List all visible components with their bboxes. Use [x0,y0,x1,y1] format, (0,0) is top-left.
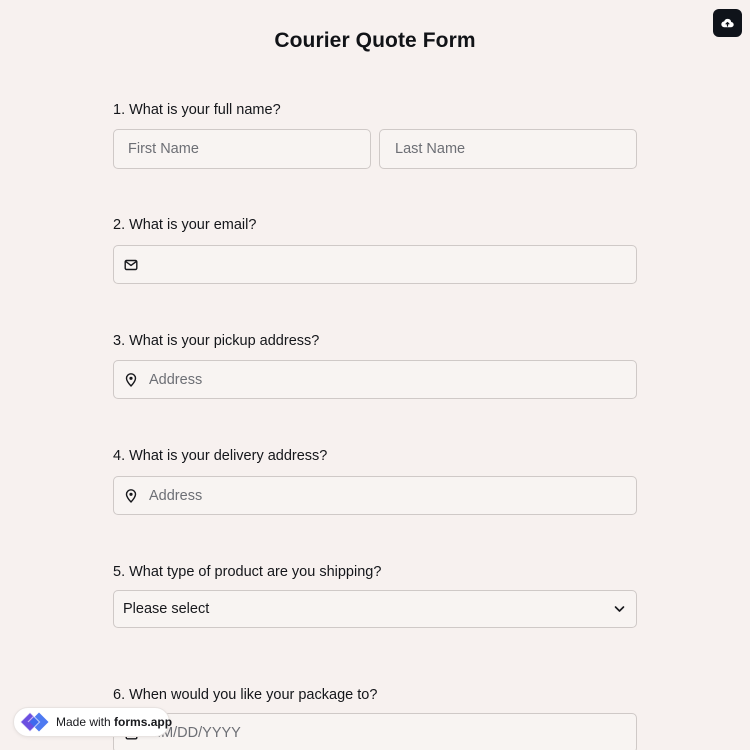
cloud-upload-icon [721,18,734,28]
question-label-email: 2. What is your email? [113,217,257,233]
mail-icon [123,257,139,273]
delivery-address-field[interactable]: Address [113,476,637,515]
badge-brand: forms.app [114,715,173,729]
chevron-down-icon [614,605,625,613]
product-type-selected-value: Please select [123,601,210,617]
email-field[interactable] [113,245,637,284]
last-name-placeholder: Last Name [395,141,466,157]
question-label-delivery-address: 4. What is your delivery address? [113,448,328,464]
map-pin-icon [123,372,139,388]
question-label-product-type: 5. What type of product are you shipping… [113,564,382,580]
map-pin-icon [123,488,139,504]
badge-prefix: Made with [56,715,115,729]
question-label-delivery-date: 6. When would you like your package to? [113,687,378,703]
first-name-placeholder: First Name [128,141,199,157]
question-label-pickup-address: 3. What is your pickup address? [113,333,320,349]
forms-app-logo [20,711,50,733]
product-type-select[interactable]: Please select [113,590,637,628]
form-title: Courier Quote Form [274,29,476,52]
last-name-field[interactable]: Last Name [379,129,637,169]
pickup-address-field[interactable]: Address [113,360,637,399]
delivery-address-placeholder: Address [149,487,203,504]
delivery-date-field[interactable]: MM/DD/YYYY [113,713,637,750]
pickup-address-placeholder: Address [149,371,203,388]
question-label-full-name: 1. What is your full name? [113,102,281,118]
form-page: Courier Quote Form 1. What is your full … [0,0,750,750]
made-with-forms-app-badge[interactable]: Made with forms.app [13,707,173,737]
first-name-field[interactable]: First Name [113,129,371,169]
